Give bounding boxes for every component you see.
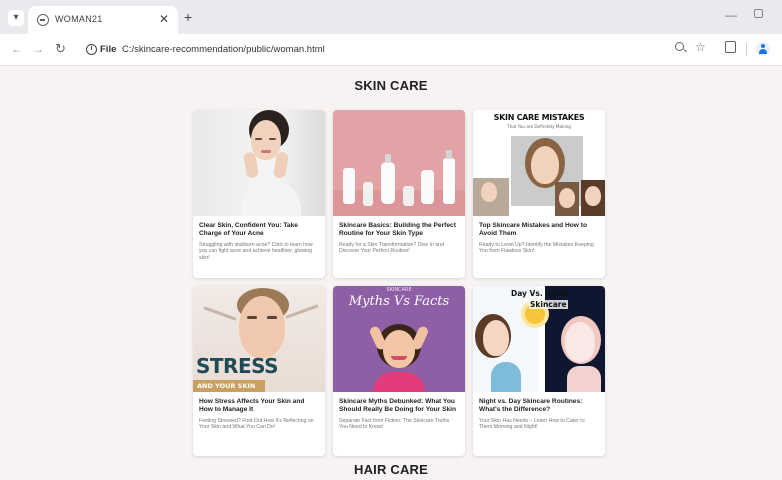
toolbar-divider [746, 43, 747, 56]
card-description: Your Skin Has Needs – Learn How to Cater… [479, 417, 585, 431]
card-thumbnail-myths: SKINCARE Myths Vs Facts [333, 286, 465, 392]
article-card-mistakes[interactable]: SKIN CARE MISTAKES That You are Definite… [473, 110, 605, 278]
card-title[interactable]: How Stress Affects Your Skin and How to … [199, 398, 319, 415]
bookmark-star-icon[interactable]: ☆ [695, 40, 706, 54]
browser-toolbar: ← → ↻ i File C:/skincare-recommendation/… [0, 34, 782, 66]
tab-title: WOMAN21 [55, 14, 103, 24]
thumbnail-subheadline: AND YOUR SKIN [197, 382, 256, 390]
close-tab-icon[interactable]: ✕ [159, 12, 169, 26]
thumbnail-subheadline: That You are Definitely Making [507, 124, 571, 129]
thumbnail-kicker: SKINCARE [386, 287, 412, 293]
article-card-stress[interactable]: STRESS AND YOUR SKIN How Stress Affects … [193, 286, 325, 456]
card-title[interactable]: Skincare Basics: Building the Perfect Ro… [339, 222, 459, 239]
hair-care-heading: HAIR CARE [353, 462, 429, 477]
card-thumbnail-mistakes: SKIN CARE MISTAKES That You are Definite… [473, 110, 605, 216]
active-tab[interactable]: WOMAN21 ✕ [28, 6, 178, 34]
forward-arrow-icon[interactable]: → [32, 42, 44, 56]
article-card-basics[interactable]: Skincare Basics: Building the Perfect Ro… [333, 110, 465, 278]
back-arrow-icon[interactable]: ← [11, 42, 23, 56]
article-card-myths[interactable]: SKINCARE Myths Vs Facts Skincare Myths D… [333, 286, 465, 456]
card-thumbnail-day-night: Day Vs. Night Skincare [473, 286, 605, 392]
url-scheme-label: File [100, 44, 117, 55]
article-card-acne[interactable]: Clear Skin, Confident You: Take Charge o… [193, 110, 325, 278]
tab-search-icon[interactable]: ▾ [8, 10, 24, 26]
new-tab-plus-icon[interactable]: + [184, 9, 192, 25]
card-title[interactable]: Top Skincare Mistakes and How to Avoid T… [479, 222, 599, 239]
thumbnail-headline: STRESS [196, 354, 279, 378]
restore-window-icon[interactable] [754, 9, 763, 18]
thumbnail-headline: Day Vs. Night [511, 289, 569, 298]
card-thumbnail-basics [333, 110, 465, 216]
card-title[interactable]: Clear Skin, Confident You: Take Charge o… [199, 222, 319, 239]
thumbnail-headline: Myths Vs Facts [348, 294, 450, 309]
card-thumbnail-acne [193, 110, 325, 216]
extensions-icon[interactable] [725, 41, 736, 53]
address-bar[interactable]: i File C:/skincare-recommendation/public… [80, 39, 680, 61]
card-description: Struggling with stubborn acne? Click to … [199, 241, 313, 261]
page-favicon-icon [37, 14, 49, 26]
skin-care-heading: SKIN CARE [354, 78, 428, 93]
card-description: Ready to Level Up? Identify the Mistakes… [479, 241, 594, 255]
site-info-icon[interactable]: i [86, 44, 97, 55]
card-thumbnail-stress: STRESS AND YOUR SKIN [193, 286, 325, 392]
card-title[interactable]: Skincare Myths Debunked: What You Should… [339, 398, 459, 415]
card-description: Ready for a Skin Transformation? Dive In… [339, 241, 444, 255]
profile-avatar-icon[interactable] [756, 42, 770, 56]
zoom-icon[interactable] [675, 42, 684, 51]
article-card-day-night[interactable]: Day Vs. Night Skincare Night vs. Day Ski… [473, 286, 605, 456]
url-text[interactable]: C:/skincare-recommendation/public/woman.… [122, 44, 325, 55]
thumbnail-subheadline: Skincare [529, 300, 568, 309]
tab-strip: ▾ WOMAN21 ✕ + — [0, 0, 782, 34]
minimize-window-icon[interactable]: — [725, 8, 737, 22]
card-description: Separate Fact from Fiction: The Skincare… [339, 417, 450, 431]
article-grid: Clear Skin, Confident You: Take Charge o… [193, 110, 605, 456]
card-title[interactable]: Night vs. Day Skincare Routines: What's … [479, 398, 599, 415]
card-description: Feeling Stressed? Find Out How It's Refl… [199, 417, 314, 431]
thumbnail-headline: SKIN CARE MISTAKES [493, 113, 585, 122]
reload-icon[interactable]: ↻ [55, 41, 66, 57]
